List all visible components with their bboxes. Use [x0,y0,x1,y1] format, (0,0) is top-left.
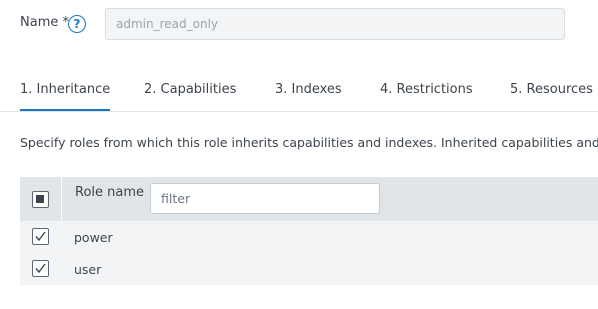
name-field-row: Name * ? admin_read_only [0,0,598,50]
select-all-cell [20,177,62,221]
roles-table: Role name filter power user [20,177,598,285]
row-label: power [74,230,113,245]
name-label: Name * [20,15,69,30]
role-name-header: Role name [75,185,145,200]
tab-restrictions[interactable]: 4. Restrictions [380,82,473,112]
inheritance-description: Specify roles from which this role inher… [20,135,598,150]
tab-inheritance[interactable]: 1. Inheritance [20,82,111,112]
tab-indexes[interactable]: 3. Indexes [275,82,342,112]
tabs-divider [0,111,598,112]
table-header: Role name filter [20,177,598,221]
filter-input[interactable]: filter [150,183,380,214]
row-checkbox-power[interactable] [32,228,49,245]
tab-bar: 1. Inheritance 2. Capabilities 3. Indexe… [0,70,598,112]
tab-resources[interactable]: 5. Resources [510,82,593,112]
name-input[interactable]: admin_read_only [105,8,565,40]
select-all-checkbox[interactable] [32,191,49,208]
tab-capabilities[interactable]: 2. Capabilities [144,82,236,112]
checkmark-icon [35,231,46,242]
row-label: user [74,262,102,277]
row-checkbox-user[interactable] [32,260,49,277]
table-row[interactable]: power [20,221,598,253]
question-circle-icon[interactable]: ? [68,15,86,33]
table-row[interactable]: user [20,253,598,285]
checkmark-icon [35,263,46,274]
